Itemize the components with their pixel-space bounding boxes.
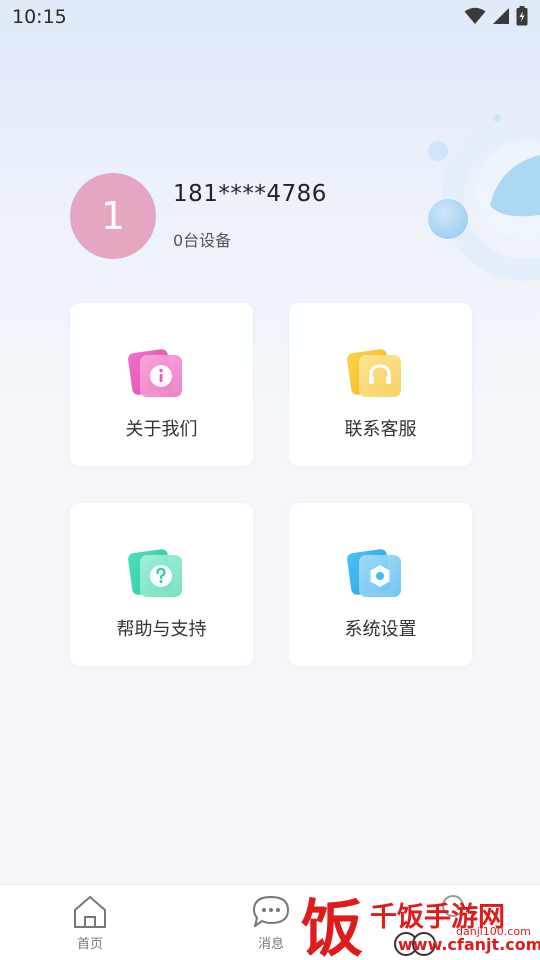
info-icon	[128, 349, 182, 397]
about-us-card[interactable]: 关于我们	[70, 303, 253, 466]
device-count: 0台设备	[173, 231, 232, 250]
system-settings-label: 系统设置	[344, 619, 417, 640]
help-support-label: 帮助与支持	[116, 619, 207, 640]
tab-home-label: 首页	[76, 937, 103, 952]
contact-support-label: 联系客服	[344, 419, 417, 440]
about-us-label: 关于我们	[125, 419, 198, 440]
signal-icon	[493, 8, 509, 24]
status-bar: 10:15	[0, 0, 540, 36]
contact-support-card[interactable]: 联系客服	[289, 303, 472, 466]
decorative-bubbles	[428, 114, 540, 281]
headset-icon	[347, 349, 401, 397]
home-icon	[74, 896, 106, 928]
battery-charging-icon	[516, 6, 528, 26]
help-icon	[128, 549, 182, 597]
phone-number: 181****4786	[173, 181, 327, 207]
status-time: 10:15	[12, 6, 67, 28]
user-profile[interactable]: 1 181****4786 0台设备	[70, 173, 470, 259]
help-support-card[interactable]: 帮助与支持	[70, 503, 253, 666]
tab-home[interactable]: 首页	[45, 893, 135, 957]
avatar[interactable]: 1	[70, 173, 156, 259]
chat-icon	[253, 896, 289, 927]
system-settings-card[interactable]: 系统设置	[289, 503, 472, 666]
watermark-url: www.cfanjt.com	[398, 935, 540, 954]
settings-icon	[347, 549, 401, 597]
status-icons	[464, 6, 528, 26]
wifi-icon	[464, 7, 486, 24]
watermark-logo-char: 饭	[301, 892, 363, 960]
watermark-logo: 饭 千饭手游网 danji100.com www.cfanjt.com	[301, 892, 540, 960]
